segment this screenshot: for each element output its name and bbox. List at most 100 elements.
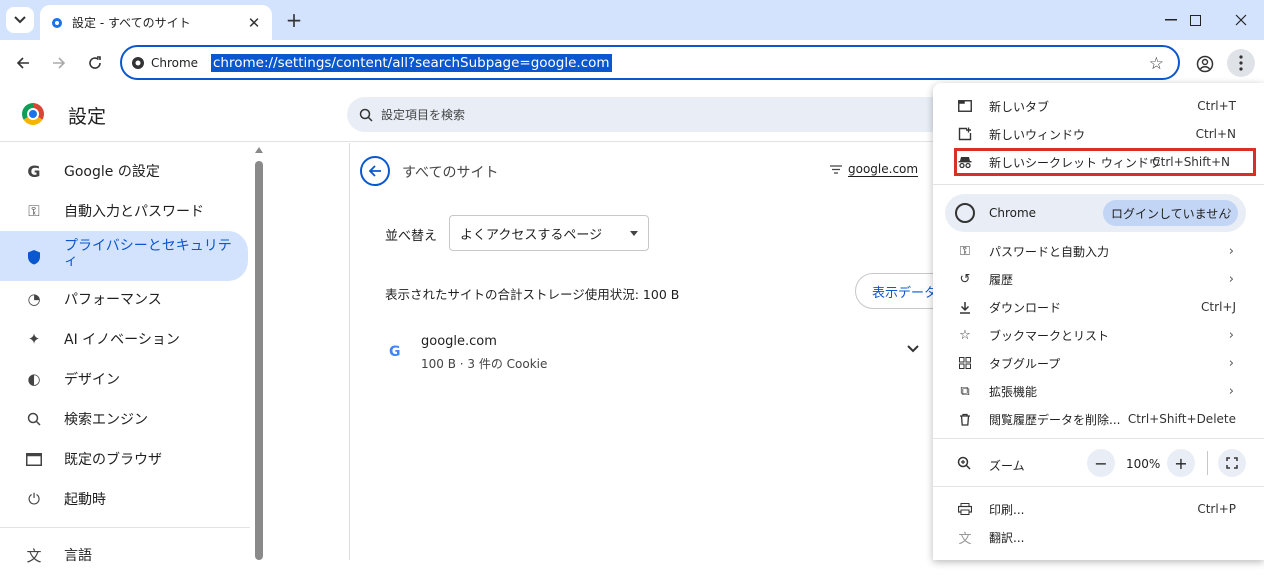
filter-value[interactable]: google.com bbox=[848, 162, 919, 177]
fullscreen-button[interactable] bbox=[1218, 449, 1246, 477]
account-circle-icon bbox=[955, 203, 975, 223]
zoom-in-button[interactable]: + bbox=[1167, 449, 1195, 477]
translate-icon: 文 bbox=[958, 531, 972, 547]
bookmark-star-icon[interactable]: ☆ bbox=[1149, 54, 1164, 74]
sparkle-icon: ✦ bbox=[27, 330, 41, 348]
toolbar: Chrome chrome://settings/content/all?sea… bbox=[0, 40, 1264, 86]
download-icon bbox=[957, 299, 973, 315]
speedometer-icon: ◔ bbox=[27, 290, 41, 308]
chevron-right-icon: › bbox=[1228, 271, 1234, 287]
address-bar[interactable]: Chrome chrome://settings/content/all?sea… bbox=[120, 45, 1180, 80]
tab-search-button[interactable] bbox=[6, 7, 34, 33]
site-chip-label: Chrome bbox=[151, 55, 199, 70]
profile-button[interactable] bbox=[1192, 51, 1218, 77]
menu-item-shortcut: Ctrl+J bbox=[1201, 300, 1236, 314]
new-window-icon bbox=[957, 126, 973, 142]
url-text[interactable]: chrome://settings/content/all?searchSubp… bbox=[211, 53, 612, 72]
site-name: google.com bbox=[421, 334, 497, 349]
scrollbar-thumb[interactable] bbox=[255, 161, 263, 560]
search-icon bbox=[24, 409, 44, 429]
menu-item-shortcut: Ctrl+T bbox=[1197, 99, 1236, 113]
new-tab-button[interactable]: + bbox=[282, 8, 306, 32]
sidebar: G Google の設定 ⚿ 自動入力とパスワード プライバシーとセキュリティ … bbox=[0, 143, 264, 565]
chevron-right-icon: › bbox=[1228, 355, 1234, 371]
key-icon: ⚿ bbox=[28, 202, 40, 220]
menu-item-translate[interactable]: 文 翻訳... bbox=[933, 523, 1264, 551]
search-icon bbox=[359, 108, 373, 122]
sidebar-divider bbox=[0, 527, 250, 528]
menu-item-label: 履歴 bbox=[989, 272, 1014, 287]
settings-search-input[interactable]: 設定項目を検索 bbox=[347, 97, 947, 132]
back-button[interactable] bbox=[10, 50, 36, 76]
sidebar-item-search-engine[interactable]: 検索エンジン bbox=[0, 399, 248, 439]
sidebar-item-default-browser[interactable]: 既定のブラウザ bbox=[0, 439, 248, 479]
menu-button[interactable] bbox=[1227, 49, 1255, 77]
sidebar-item-label: 自動入力とパスワード bbox=[64, 204, 204, 220]
tab-title: 設定 - すべてのサイト bbox=[72, 16, 191, 30]
menu-item-downloads[interactable]: ダウンロード Ctrl+J bbox=[933, 293, 1264, 321]
zoom-value: 100% bbox=[1126, 457, 1161, 471]
zoom-out-button[interactable]: − bbox=[1087, 449, 1115, 477]
new-tab-icon bbox=[957, 98, 973, 114]
forward-button[interactable] bbox=[46, 50, 72, 76]
sidebar-scrollbar[interactable] bbox=[255, 147, 263, 560]
sidebar-item-ai[interactable]: ✦ AI イノベーション bbox=[0, 319, 248, 359]
menu-item-clear-browsing-data[interactable]: 閲覧履歴データを削除... Ctrl+Shift+Delete bbox=[933, 405, 1264, 433]
sidebar-item-label: 検索エンジン bbox=[64, 412, 148, 428]
clear-displayed-data-label: 表示データ bbox=[872, 285, 938, 301]
sidebar-item-startup[interactable]: ⏻ 起動時 bbox=[0, 479, 248, 519]
site-filter[interactable]: google.com bbox=[830, 162, 919, 177]
print-icon bbox=[957, 501, 973, 517]
sidebar-item-privacy[interactable]: プライバシーとセキュリティ bbox=[0, 231, 248, 281]
sort-select-value: よくアクセスするページ bbox=[460, 227, 603, 243]
chevron-down-icon bbox=[14, 16, 26, 24]
power-icon: ⏻ bbox=[28, 490, 40, 508]
close-window-button[interactable] bbox=[1218, 6, 1264, 34]
highlight-box bbox=[954, 148, 1256, 176]
menu-item-print[interactable]: 印刷... Ctrl+P bbox=[933, 495, 1264, 523]
menu-item-shortcut: Ctrl+Shift+Delete bbox=[1127, 412, 1236, 426]
menu-item-passwords[interactable]: ⚿ パスワードと自動入力 › bbox=[933, 237, 1264, 265]
site-chip[interactable]: Chrome bbox=[131, 56, 211, 70]
expand-chevron-icon[interactable] bbox=[907, 342, 919, 357]
star-icon: ☆ bbox=[959, 327, 971, 343]
signin-status-badge: ログインしていません bbox=[1103, 200, 1239, 226]
site-row[interactable]: G google.com 100 B · 3 件の Cookie bbox=[385, 330, 930, 376]
tab-settings[interactable]: 設定 - すべてのサイト ✕ bbox=[40, 5, 272, 40]
filter-icon bbox=[830, 165, 842, 174]
sidebar-item-design[interactable]: ◐ デザイン bbox=[0, 359, 248, 399]
browser-window-icon bbox=[24, 449, 44, 469]
page-title: 設定 bbox=[68, 106, 107, 128]
sidebar-item-label: 既定のブラウザ bbox=[64, 452, 162, 468]
chevron-right-icon: › bbox=[1228, 327, 1234, 343]
maximize-button[interactable] bbox=[1172, 6, 1218, 34]
menu-item-history[interactable]: ↺ 履歴 › bbox=[933, 265, 1264, 293]
menu-item-new-tab[interactable]: 新しいタブ Ctrl+T bbox=[933, 92, 1264, 120]
menu-item-bookmarks[interactable]: ☆ ブックマークとリスト › bbox=[933, 321, 1264, 349]
settings-search-placeholder: 設定項目を検索 bbox=[381, 108, 466, 122]
sidebar-item-google[interactable]: G Google の設定 bbox=[0, 151, 248, 191]
menu-item-label: ブックマークとリスト bbox=[989, 328, 1110, 343]
sort-select[interactable]: よくアクセスするページ bbox=[449, 215, 649, 251]
menu-item-label: 閲覧履歴データを削除... bbox=[989, 412, 1121, 427]
zoom-label: ズーム bbox=[989, 459, 1025, 473]
menu-item-label: ダウンロード bbox=[989, 300, 1062, 315]
sidebar-item-performance[interactable]: ◔ パフォーマンス bbox=[0, 279, 248, 319]
translate-icon: 文 bbox=[26, 546, 42, 565]
menu-item-label: 新しいタブ bbox=[989, 99, 1050, 114]
sidebar-item-autofill[interactable]: ⚿ 自動入力とパスワード bbox=[0, 191, 248, 231]
profile-menu-row[interactable]: Chrome ログインしていません › bbox=[945, 194, 1246, 232]
sidebar-item-languages[interactable]: 文 言語 bbox=[0, 535, 248, 575]
menu-item-extensions[interactable]: ⧉ 拡張機能 › bbox=[933, 377, 1264, 405]
menu-item-label: タブグループ bbox=[989, 356, 1061, 371]
shield-icon bbox=[24, 247, 44, 267]
back-arrow-button[interactable] bbox=[360, 156, 390, 186]
menu-item-new-window[interactable]: 新しいウィンドウ Ctrl+N bbox=[933, 120, 1264, 148]
close-tab-icon[interactable]: ✕ bbox=[244, 13, 264, 33]
menu-item-tab-groups[interactable]: タブグループ › bbox=[933, 349, 1264, 377]
scroll-up-arrow-icon[interactable] bbox=[255, 147, 263, 153]
history-icon: ↺ bbox=[959, 271, 971, 287]
close-icon bbox=[1235, 14, 1247, 26]
reload-button[interactable] bbox=[82, 50, 108, 76]
sort-label: 並べ替え bbox=[385, 229, 438, 244]
